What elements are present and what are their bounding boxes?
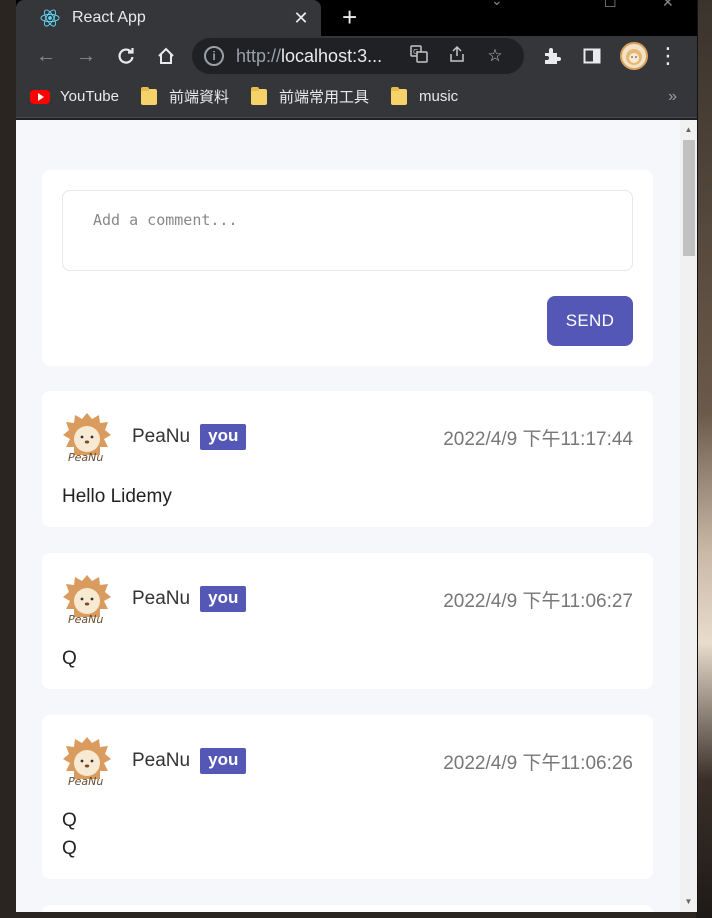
- react-icon: [40, 8, 60, 28]
- hedgehog-avatar-icon: PeaNu: [62, 411, 112, 464]
- profile-avatar[interactable]: [620, 42, 648, 70]
- maximize-icon[interactable]: ☐: [604, 0, 617, 11]
- side-panel-icon[interactable]: [572, 40, 612, 72]
- page-scrollbar[interactable]: ▲ ▼: [680, 120, 697, 912]
- comment-body: Q Q: [62, 810, 77, 859]
- bookmarks-bar: YouTube 前端資料 前端常用工具 music »: [16, 76, 697, 118]
- comment-body: Hello Lidemy: [62, 486, 172, 507]
- bookmark-youtube[interactable]: YouTube: [30, 88, 119, 105]
- svg-text:PeaNu: PeaNu: [68, 451, 103, 463]
- comment-body: Q: [62, 648, 77, 669]
- new-tab-icon[interactable]: +: [342, 2, 357, 33]
- chevron-down-icon[interactable]: ⌄: [491, 0, 503, 9]
- comment-card: PeaNu PeaNu you 2022/4/9 下午11:06:26 Q Q: [42, 715, 653, 879]
- bookmark-folder[interactable]: 前端資料: [140, 86, 229, 107]
- scroll-down-icon[interactable]: ▼: [680, 894, 697, 910]
- url-text: http://localhost:3...: [236, 45, 383, 66]
- desktop-background: [696, 0, 712, 918]
- comment-timestamp: 2022/4/9 下午11:17:44: [443, 428, 633, 450]
- folder-icon: [250, 86, 267, 105]
- page-viewport: SEND PeaNu PeaNu you 2022/4/9 下午11:17:44…: [16, 120, 682, 912]
- info-icon[interactable]: i: [204, 46, 224, 66]
- you-badge: you: [200, 586, 247, 612]
- extensions-icon[interactable]: [532, 40, 572, 72]
- you-badge: you: [200, 424, 247, 450]
- comment-username: PeaNu: [132, 588, 191, 609]
- comment-card: PeaNu PeaNu you 2022/4/9 下午11:06:27 Q: [42, 553, 653, 689]
- youtube-icon: [30, 89, 50, 104]
- comment-timestamp: 2022/4/9 下午11:06:26: [443, 752, 633, 774]
- comment-username: PeaNu: [132, 426, 191, 447]
- bookmarks-overflow-icon[interactable]: »: [668, 88, 677, 106]
- browser-window: React App ✕ + ⌄ ☐ ✕ ← → i http://localho…: [16, 0, 698, 912]
- forward-icon[interactable]: →: [66, 40, 106, 72]
- hedgehog-avatar-icon: PeaNu: [62, 735, 112, 788]
- translate-icon[interactable]: G: [400, 44, 438, 68]
- back-icon[interactable]: ←: [26, 40, 66, 72]
- hedgehog-avatar-icon: PeaNu: [62, 573, 112, 626]
- send-button[interactable]: SEND: [547, 296, 633, 346]
- you-badge: you: [200, 748, 247, 774]
- share-icon[interactable]: [438, 45, 476, 68]
- menu-icon[interactable]: ⋮: [656, 40, 680, 72]
- close-window-icon[interactable]: ✕: [662, 0, 674, 11]
- close-tab-icon[interactable]: ✕: [291, 8, 311, 29]
- reload-icon[interactable]: [106, 40, 146, 72]
- tab-title: React App: [72, 9, 146, 26]
- comment-form: SEND: [42, 170, 653, 366]
- address-bar[interactable]: i http://localhost:3... G ☆: [192, 38, 524, 74]
- bookmark-folder[interactable]: music: [390, 86, 458, 105]
- bookmark-folder[interactable]: 前端常用工具: [250, 86, 369, 107]
- comment-card: PeaNu PeaNu you 2022/4/9 下午11:17:44 Hell…: [42, 391, 653, 527]
- comment-timestamp: 2022/4/9 下午11:06:27: [443, 590, 633, 612]
- svg-text:PeaNu: PeaNu: [68, 613, 103, 625]
- browser-tab[interactable]: React App ✕: [16, 0, 321, 36]
- comment-card: [42, 905, 653, 912]
- home-icon[interactable]: [146, 40, 186, 72]
- comment-username: PeaNu: [132, 750, 191, 771]
- svg-text:G: G: [413, 48, 418, 56]
- scroll-thumb[interactable]: [683, 140, 695, 256]
- scroll-up-icon[interactable]: ▲: [680, 122, 697, 138]
- folder-icon: [140, 86, 157, 105]
- comment-input[interactable]: [62, 190, 633, 271]
- browser-toolbar: ← → i http://localhost:3... G ☆ ⋮: [16, 36, 697, 76]
- star-icon[interactable]: ☆: [476, 46, 514, 66]
- folder-icon: [390, 86, 407, 105]
- svg-text:PeaNu: PeaNu: [68, 775, 103, 787]
- tab-strip: React App ✕ + ⌄ ☐ ✕: [16, 0, 697, 36]
